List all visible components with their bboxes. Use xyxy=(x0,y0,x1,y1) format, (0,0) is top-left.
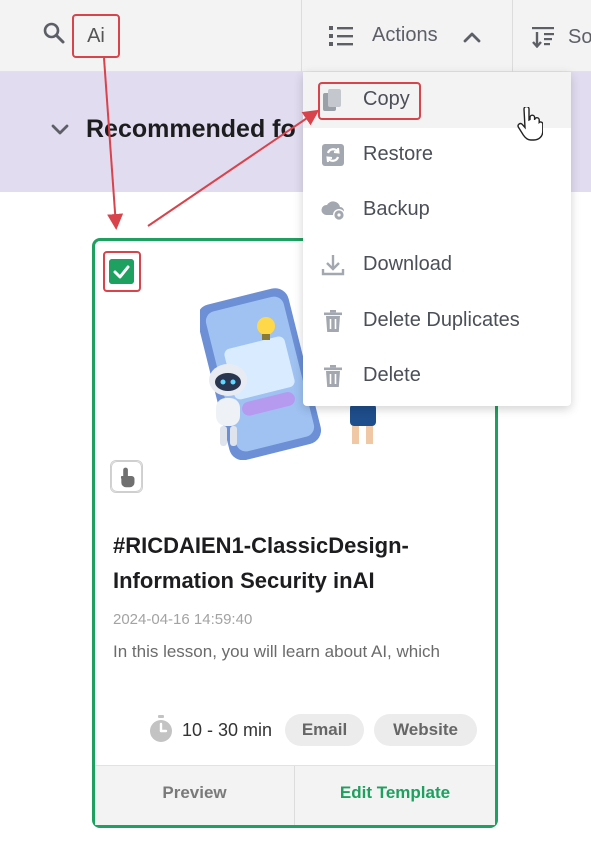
card-date: 2024-04-16 14:59:40 xyxy=(113,611,253,628)
chevron-down-icon[interactable] xyxy=(50,123,70,137)
card-description: In this lesson, you will learn about AI,… xyxy=(113,642,440,661)
menu-item-label: Download xyxy=(363,253,452,275)
menu-item-delete-duplicates[interactable]: Delete Duplicates xyxy=(303,293,571,349)
section-title: Recommended fo xyxy=(86,115,296,143)
select-checkbox[interactable] xyxy=(109,259,134,284)
touch-icon xyxy=(110,460,143,493)
actions-button[interactable]: Actions xyxy=(302,0,512,72)
menu-item-label: Backup xyxy=(363,198,430,220)
tag-email: Email xyxy=(285,714,364,746)
duration-label: 10 - 30 min xyxy=(182,720,273,740)
card-title: #RICDAIEN1-ClassicDesign-Information Sec… xyxy=(113,533,409,593)
preview-button[interactable]: Preview xyxy=(95,783,294,803)
sort-icon xyxy=(532,27,554,48)
list-icon xyxy=(329,26,353,46)
sort-label: So xyxy=(568,26,591,48)
cloud-backup-icon xyxy=(321,201,345,221)
tag-website: Website xyxy=(374,714,477,746)
menu-item-delete[interactable]: Delete xyxy=(303,348,571,404)
chevron-up-icon xyxy=(463,32,481,43)
hand-cursor-icon xyxy=(517,107,543,141)
menu-item-label: Delete Duplicates xyxy=(363,309,520,331)
edit-template-button[interactable]: Edit Template xyxy=(295,783,495,803)
sort-button[interactable]: So xyxy=(513,0,591,72)
restore-icon xyxy=(322,144,344,166)
search-icon[interactable] xyxy=(42,21,66,45)
timer-icon xyxy=(150,715,172,742)
menu-item-label: Delete xyxy=(363,364,421,386)
menu-item-label: Restore xyxy=(363,143,434,165)
menu-item-backup[interactable]: Backup xyxy=(303,182,571,238)
highlight-frame xyxy=(318,82,421,120)
trash-icon xyxy=(324,365,342,387)
search-input[interactable]: Ai xyxy=(72,14,120,58)
download-icon xyxy=(321,255,345,276)
trash-icon xyxy=(324,310,342,332)
menu-item-download[interactable]: Download xyxy=(303,237,571,293)
actions-label: Actions xyxy=(372,24,438,46)
